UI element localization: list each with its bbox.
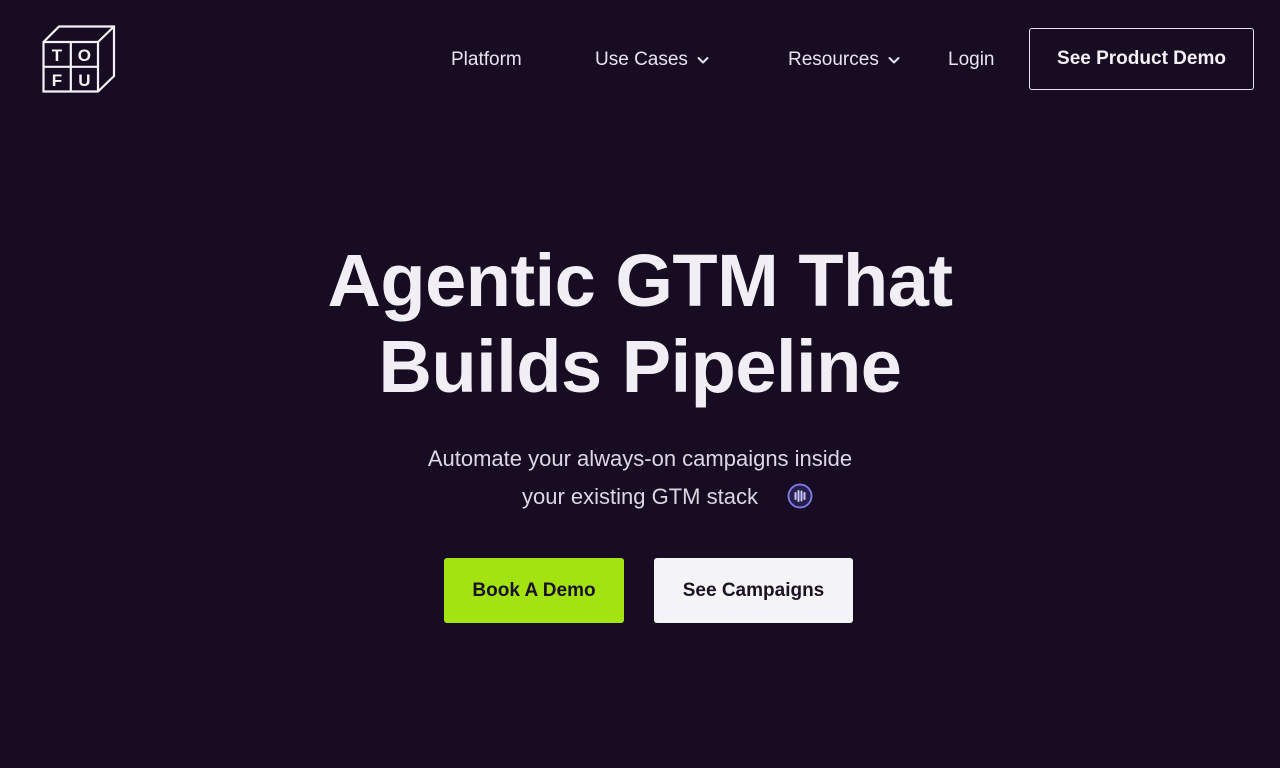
nav-login-label: Login: [948, 49, 995, 70]
book-a-demo-button[interactable]: Book A Demo: [444, 558, 624, 623]
logo-letter-t: T: [52, 46, 63, 65]
nav-use-cases-label: Use Cases: [595, 49, 688, 70]
chevron-down-icon: [888, 57, 900, 64]
nav-platform-label: Platform: [451, 49, 522, 70]
hero-title: Agentic GTM That Builds Pipeline: [240, 238, 1040, 410]
chevron-down-icon: [697, 57, 709, 64]
nav-resources[interactable]: Resources: [788, 48, 901, 72]
see-product-demo-button[interactable]: See Product Demo: [1029, 28, 1254, 90]
nav-platform[interactable]: Platform: [451, 48, 522, 72]
logo-letter-o: O: [78, 46, 91, 65]
nav-login[interactable]: Login: [948, 48, 995, 72]
hero-subtitle-line-1: Automate your always-on campaigns inside: [427, 446, 853, 471]
nav-use-cases[interactable]: Use Cases: [595, 48, 710, 72]
nav-resources-label: Resources: [788, 49, 879, 70]
hero-subtitle-line-2: your existing GTM stack: [522, 484, 758, 509]
page: T O F U Platform Use Cases Resources Log…: [0, 0, 1280, 768]
see-campaigns-button[interactable]: See Campaigns: [654, 558, 853, 623]
hero-subtitle: Automate your always-on campaigns inside…: [340, 440, 940, 516]
logo-letter-f: F: [52, 71, 62, 90]
logo-letter-u: U: [78, 71, 90, 90]
tofu-logo-icon[interactable]: T O F U: [42, 25, 116, 93]
hero-title-line-2: Builds Pipeline: [378, 325, 902, 408]
hero-title-line-1: Agentic GTM That: [327, 239, 953, 322]
sound-wave-icon[interactable]: [787, 483, 813, 509]
